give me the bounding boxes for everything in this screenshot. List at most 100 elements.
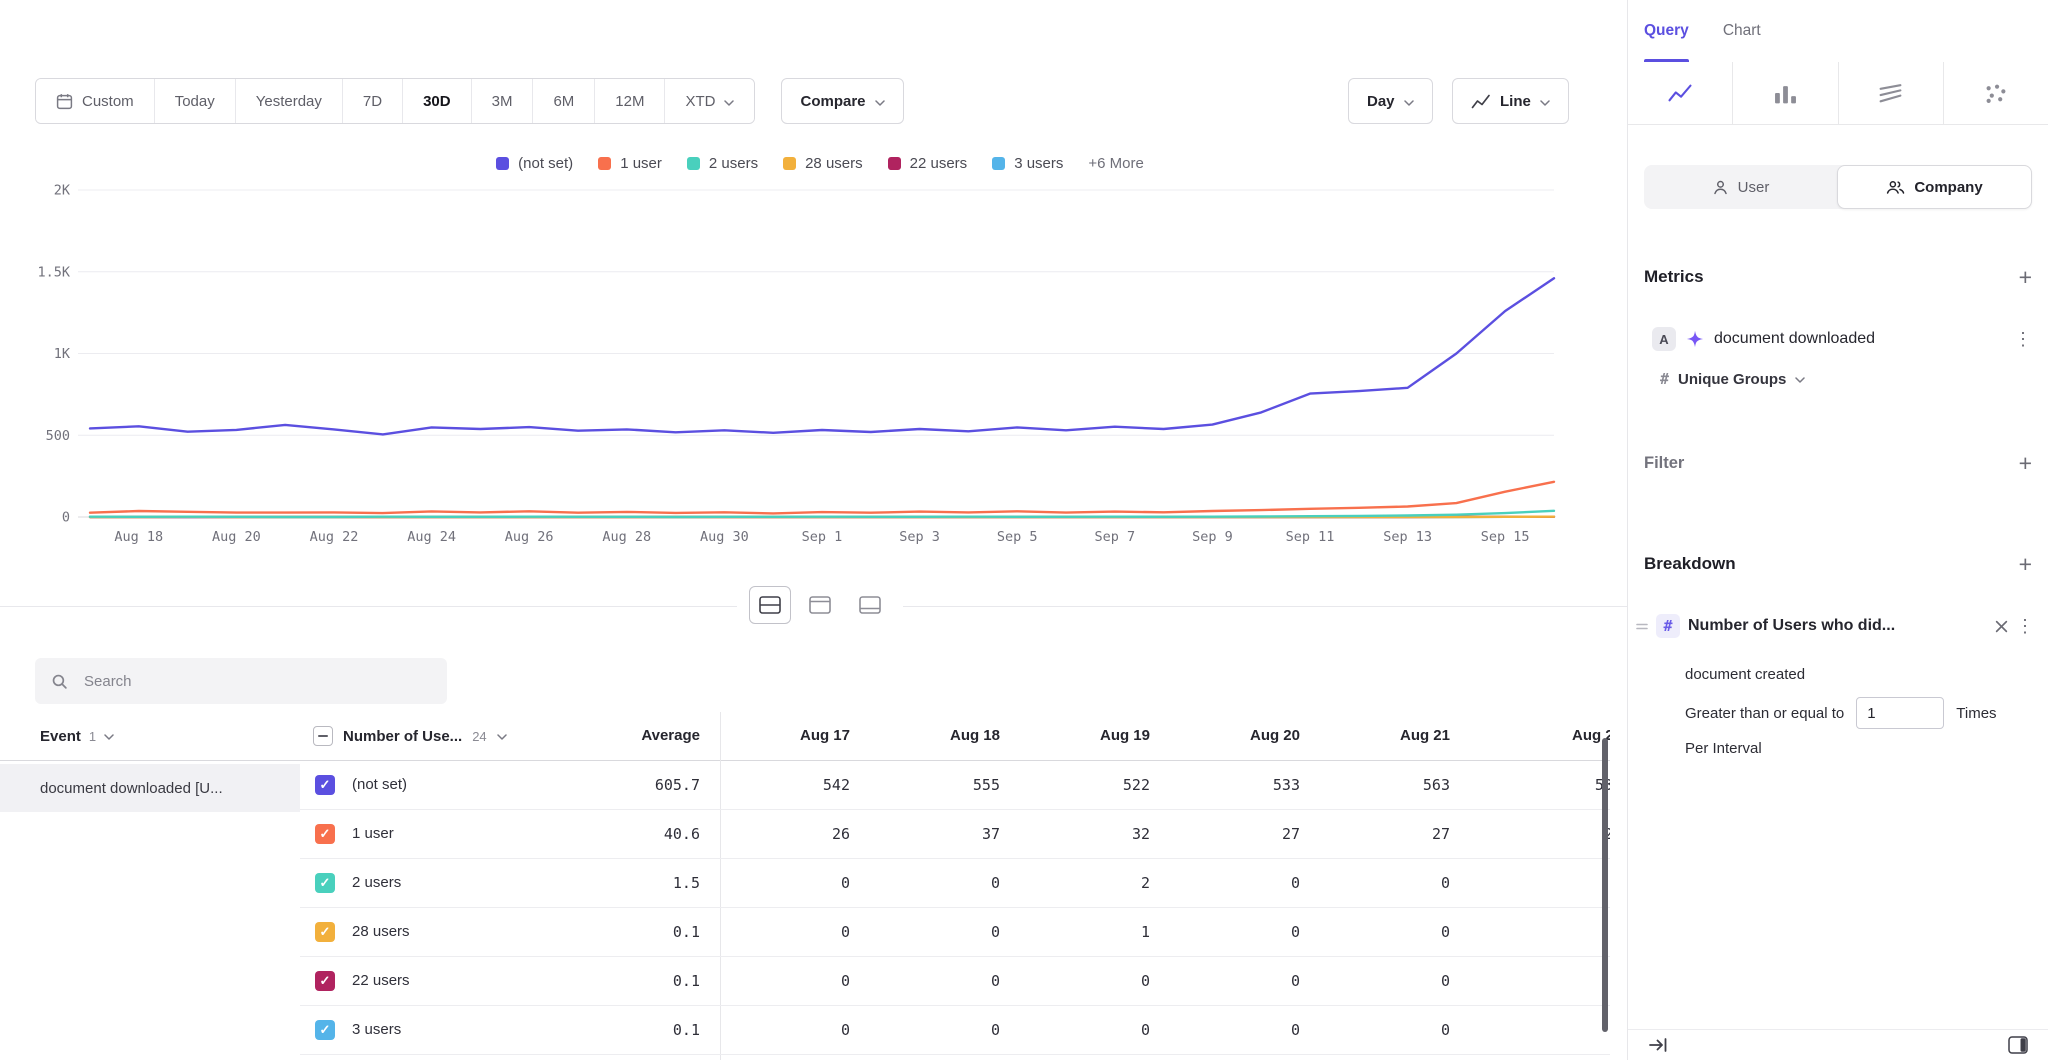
date-column-headers: Aug 17 Aug 18 Aug 19 Aug 20 Aug 21 Aug 2… xyxy=(720,712,1610,760)
search-input[interactable] xyxy=(82,672,431,691)
add-filter-button[interactable]: + xyxy=(2019,452,2032,475)
column-header: Aug 22 xyxy=(1450,712,1610,760)
scope-company-label: Company xyxy=(1914,179,1982,196)
table-cell: 2 xyxy=(1000,859,1150,907)
svg-text:Aug 28: Aug 28 xyxy=(602,529,651,545)
table-scrollbar[interactable] xyxy=(1602,738,1608,1032)
table-cell: 0 xyxy=(720,957,850,1005)
row-checkbox[interactable]: ✓ xyxy=(315,873,335,893)
legend-label: 3 users xyxy=(1014,155,1063,172)
add-breakdown-button[interactable]: + xyxy=(2019,553,2032,576)
range-30d-button[interactable]: 30D xyxy=(402,79,471,123)
range-today-button[interactable]: Today xyxy=(154,79,235,123)
collapse-panel-icon[interactable] xyxy=(1648,1037,1668,1053)
breakdown-property-name: Number of Users who did... xyxy=(1688,617,1987,635)
table-cell: 0 xyxy=(850,859,1000,907)
view-toggle-group xyxy=(737,583,903,627)
range-7d-button[interactable]: 7D xyxy=(342,79,402,123)
range-xtd-dropdown[interactable]: XTD xyxy=(664,79,754,123)
property-number-icon: # xyxy=(1656,614,1680,638)
breakdown-section-header: Breakdown + xyxy=(1628,540,2048,588)
breakdown-menu-button[interactable]: ⋮ xyxy=(2016,617,2034,635)
row-checkbox[interactable]: ✓ xyxy=(315,1020,335,1040)
table-cell: 0 xyxy=(1150,859,1300,907)
tab-chart[interactable]: Chart xyxy=(1723,0,1761,62)
scope-user-label: User xyxy=(1738,179,1770,196)
line-chart[interactable]: 05001K1.5K2KAug 18Aug 20Aug 22Aug 24Aug … xyxy=(20,184,1620,564)
legend-item[interactable]: 1 user xyxy=(598,155,662,172)
drag-handle-icon[interactable] xyxy=(1636,622,1648,631)
tab-query[interactable]: Query xyxy=(1644,0,1689,62)
measure-label: Unique Groups xyxy=(1678,371,1786,388)
table-cell: 542 xyxy=(720,761,850,809)
breakdown-event-name[interactable]: document created xyxy=(1628,660,2048,690)
legend-label: 28 users xyxy=(805,155,863,172)
interval-dropdown[interactable]: Day xyxy=(1348,78,1433,124)
scope-user-button[interactable]: User xyxy=(1644,165,1837,209)
event-header-label: Event xyxy=(40,728,81,745)
group-column-header[interactable]: Number of Use... 24 xyxy=(313,712,507,760)
metric-item[interactable]: A document downloaded ⋮ xyxy=(1628,317,2048,361)
row-label: 22 users xyxy=(352,957,410,1005)
legend-item[interactable]: 3 users xyxy=(992,155,1063,172)
range-12m-button[interactable]: 12M xyxy=(594,79,664,123)
legend-label: 1 user xyxy=(620,155,662,172)
table-cell: 27 xyxy=(1300,810,1450,858)
select-all-checkbox[interactable] xyxy=(313,726,333,746)
remove-breakdown-button[interactable] xyxy=(1995,620,2008,633)
chart-type-bar-button[interactable] xyxy=(1732,62,1837,124)
row-checkbox[interactable]: ✓ xyxy=(315,971,335,991)
table-cell: 0 xyxy=(1150,957,1300,1005)
condition-label[interactable]: Greater than or equal to xyxy=(1685,705,1844,722)
row-values: 0 0 1 0 0 0 xyxy=(720,908,1610,956)
range-6m-button[interactable]: 6M xyxy=(532,79,594,123)
row-values: 0 0 0 0 0 0 xyxy=(720,1006,1610,1054)
chart-legend: (not set) 1 user 2 users 28 users 22 use… xyxy=(20,155,1620,172)
svg-text:Sep 3: Sep 3 xyxy=(899,529,940,545)
legend-swatch xyxy=(598,157,611,170)
row-checkbox[interactable]: ✓ xyxy=(315,922,335,942)
chart-type-scatter-button[interactable] xyxy=(1943,62,2048,124)
measure-dropdown[interactable]: # Unique Groups xyxy=(1628,363,2048,395)
side-panel-icon[interactable] xyxy=(2008,1036,2028,1054)
table-cell: 0 xyxy=(850,908,1000,956)
chart-type-flow-button[interactable] xyxy=(1838,62,1943,124)
view-table-only-button[interactable] xyxy=(849,586,891,624)
compare-button[interactable]: Compare xyxy=(781,78,903,124)
metric-menu-button[interactable]: ⋮ xyxy=(2014,330,2032,348)
legend-item[interactable]: 22 users xyxy=(888,155,968,172)
table-cell: 1 xyxy=(1000,908,1150,956)
view-chart-only-button[interactable] xyxy=(799,586,841,624)
legend-item[interactable]: (not set) xyxy=(496,155,573,172)
column-header: Aug 21 xyxy=(1300,712,1450,760)
event-column-header[interactable]: Event 1 xyxy=(40,712,114,760)
breakdown-interval-dropdown[interactable]: Per Interval xyxy=(1628,735,2048,763)
svg-text:2K: 2K xyxy=(54,184,71,199)
condition-value-input[interactable] xyxy=(1856,697,1944,729)
chevron-down-icon xyxy=(1540,93,1550,110)
people-icon xyxy=(1886,179,1905,196)
column-header: Aug 19 xyxy=(1000,712,1150,760)
view-split-button[interactable] xyxy=(749,586,791,624)
legend-item[interactable]: 2 users xyxy=(687,155,758,172)
custom-range-button[interactable]: Custom xyxy=(36,79,154,123)
table-cell: 37 xyxy=(850,810,1000,858)
table-cell: 26 xyxy=(720,810,850,858)
row-checkbox[interactable]: ✓ xyxy=(315,824,335,844)
event-list-item-selected[interactable]: document downloaded [U... xyxy=(0,764,300,812)
table-cell: 0 xyxy=(720,859,850,907)
legend-more-button[interactable]: +6 More xyxy=(1088,155,1143,172)
chart-type-line-button[interactable] xyxy=(1628,62,1732,124)
panel-footer xyxy=(1628,1029,2048,1060)
row-label: (not set) xyxy=(352,761,407,809)
range-3m-button[interactable]: 3M xyxy=(471,79,533,123)
legend-item[interactable]: 28 users xyxy=(783,155,863,172)
chart-style-dropdown[interactable]: Line xyxy=(1452,78,1569,124)
row-checkbox[interactable]: ✓ xyxy=(315,775,335,795)
scope-company-button[interactable]: Company xyxy=(1837,165,2032,209)
range-yesterday-button[interactable]: Yesterday xyxy=(235,79,342,123)
column-header: Aug 18 xyxy=(850,712,1000,760)
date-range-toolbar: Custom Today Yesterday 7D 30D 3M 6M 12M … xyxy=(35,78,904,124)
row-label: 1 user xyxy=(352,810,394,858)
add-metric-button[interactable]: + xyxy=(2019,266,2032,289)
